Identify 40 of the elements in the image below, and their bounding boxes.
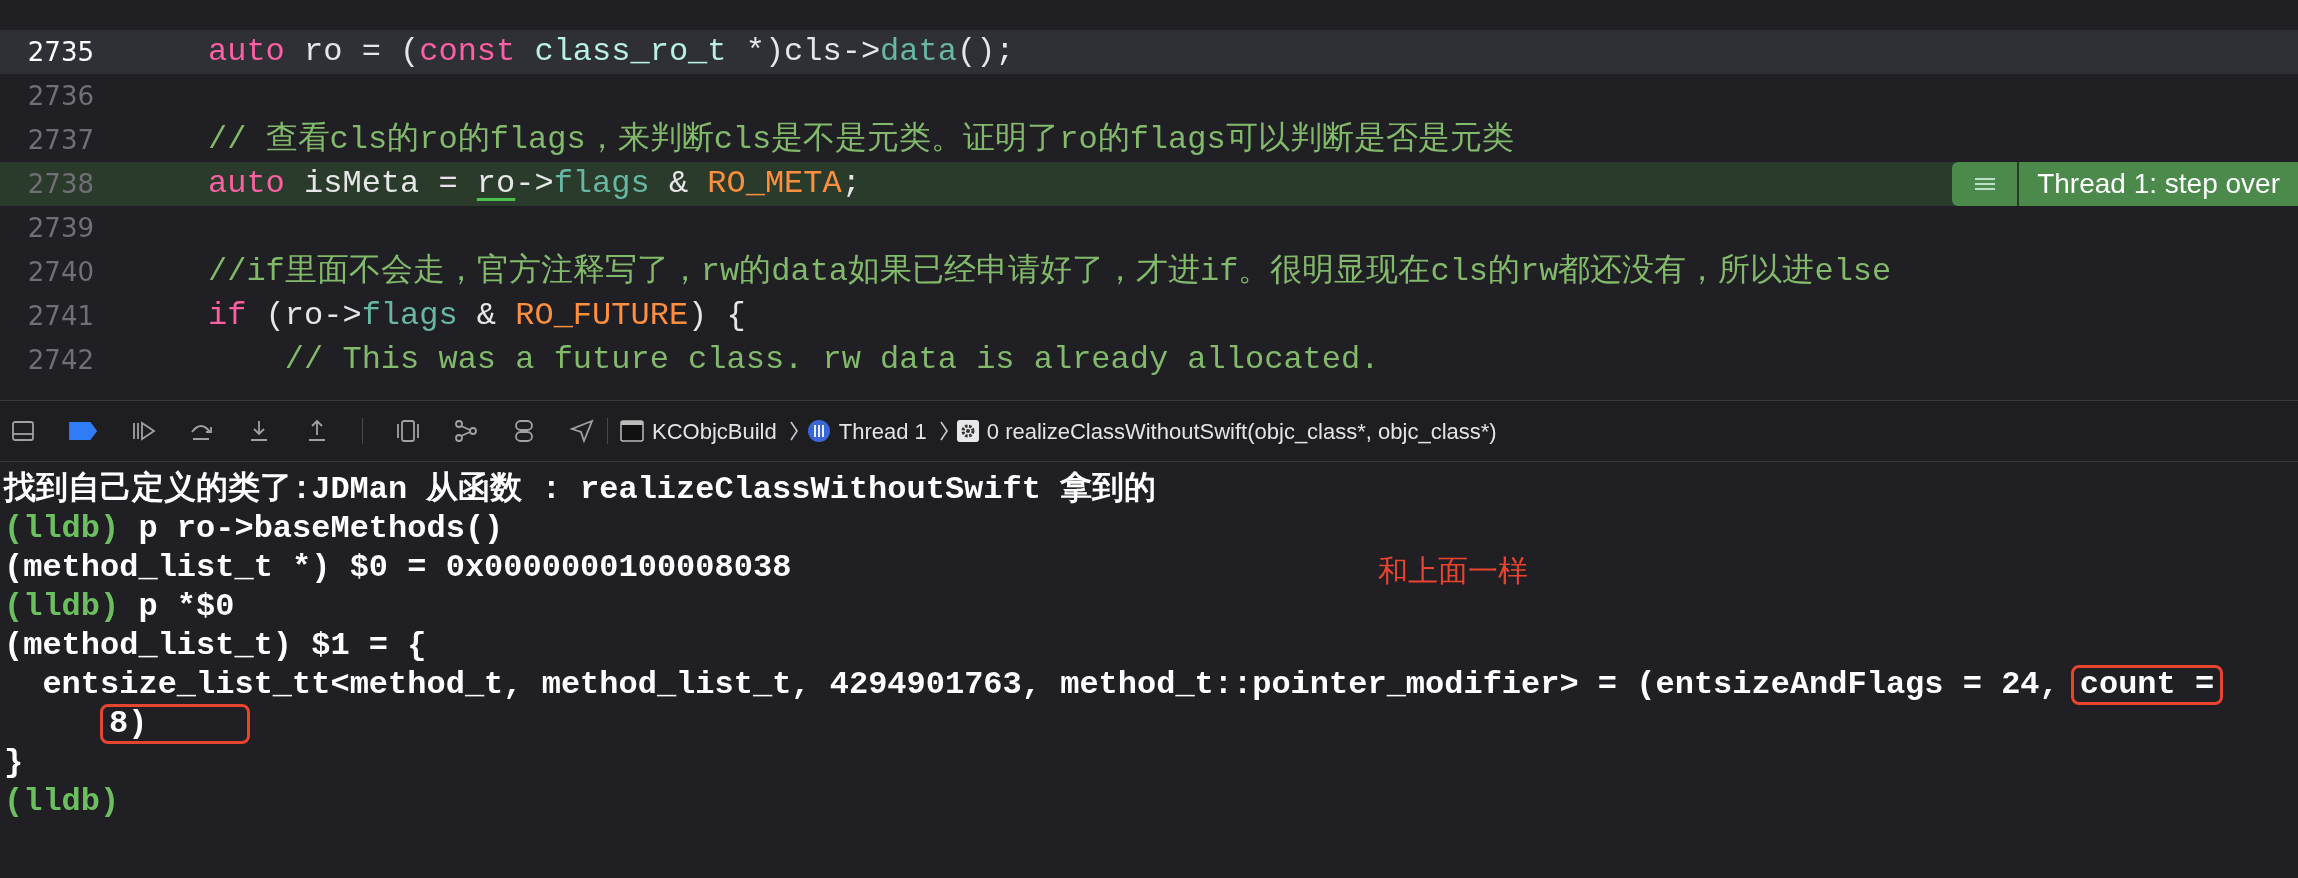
thread-status-badge: Thread 1: step over — [2019, 162, 2298, 206]
console-line: entsize_list_tt<method_t, method_list_t, 4294901763, method_t::pointer_modifier> = (entsizeAndFlags = 24, — [41, 665, 2059, 704]
chevron-icon — [938, 420, 949, 442]
console-line: (method_list_t *) $0 = 0x0000000100008038 — [4, 548, 792, 587]
breadcrumb-item[interactable]: KCObjcBuild — [652, 414, 777, 448]
boxed-console-text: 8) — [100, 703, 251, 744]
line-number: 2740 — [26, 255, 94, 289]
chevron-icon — [788, 420, 799, 442]
memory-graph-icon[interactable] — [453, 418, 479, 444]
console-line: 找到自己定义的类了:JDMan 从函数 : realizeClassWithoutSwift 拿到的 — [4, 470, 1157, 509]
code-line: auto ro = (const class_ro_t *)cls->data(); — [208, 32, 1015, 72]
menu-icon[interactable] — [1952, 162, 2018, 206]
line-number: 2742 — [26, 343, 94, 377]
location-icon[interactable] — [569, 418, 595, 444]
view-hierarchy-icon[interactable] — [395, 418, 421, 444]
gear-icon — [956, 420, 979, 442]
console-line: } — [4, 743, 24, 782]
console-line: (lldb) p ro->baseMethods() — [4, 509, 504, 548]
breadcrumb-item[interactable]: 0 realizeClassWithoutSwift(objc_class*, objc_class*) — [986, 414, 1497, 448]
code-line: //if里面不会走，官方注释写了，rw的data如果已经申请好了，才进if。很明显现在cls的rw都还没有，所以进else — [208, 252, 1892, 292]
code-line: auto isMeta = ro->flags & RO_META; — [208, 164, 861, 204]
thread-icon — [806, 419, 831, 443]
line-number: 2735 — [26, 35, 94, 69]
breakpoint-icon[interactable] — [68, 421, 98, 441]
code-line: if (ro->flags & RO_FUTURE) { — [208, 296, 746, 336]
console-line: (lldb) p *$0 — [4, 587, 235, 626]
console-line: (lldb) — [4, 782, 120, 821]
code-line: // 查看cls的ro的flags，来判断cls是不是元类。证明了ro的flags可以判断是否是元类 — [208, 120, 1514, 160]
line-number: 2736 — [26, 79, 94, 113]
line-number: 2738 — [26, 167, 94, 201]
boxed-console-text: count = — [2070, 664, 2224, 705]
breadcrumb-item[interactable]: Thread 1 — [838, 414, 927, 448]
panel-toggle-icon[interactable] — [10, 418, 36, 444]
annotation-text: 和上面一样 — [1378, 552, 1528, 590]
console-line: (method_list_t) $1 = { — [4, 626, 427, 665]
line-number: 2739 — [26, 211, 94, 245]
code-line: // This was a future class. rw data is already allocated. — [283, 340, 1380, 380]
line-number: 2741 — [26, 299, 94, 333]
window-icon — [620, 420, 644, 442]
line-number: 2737 — [26, 123, 94, 157]
